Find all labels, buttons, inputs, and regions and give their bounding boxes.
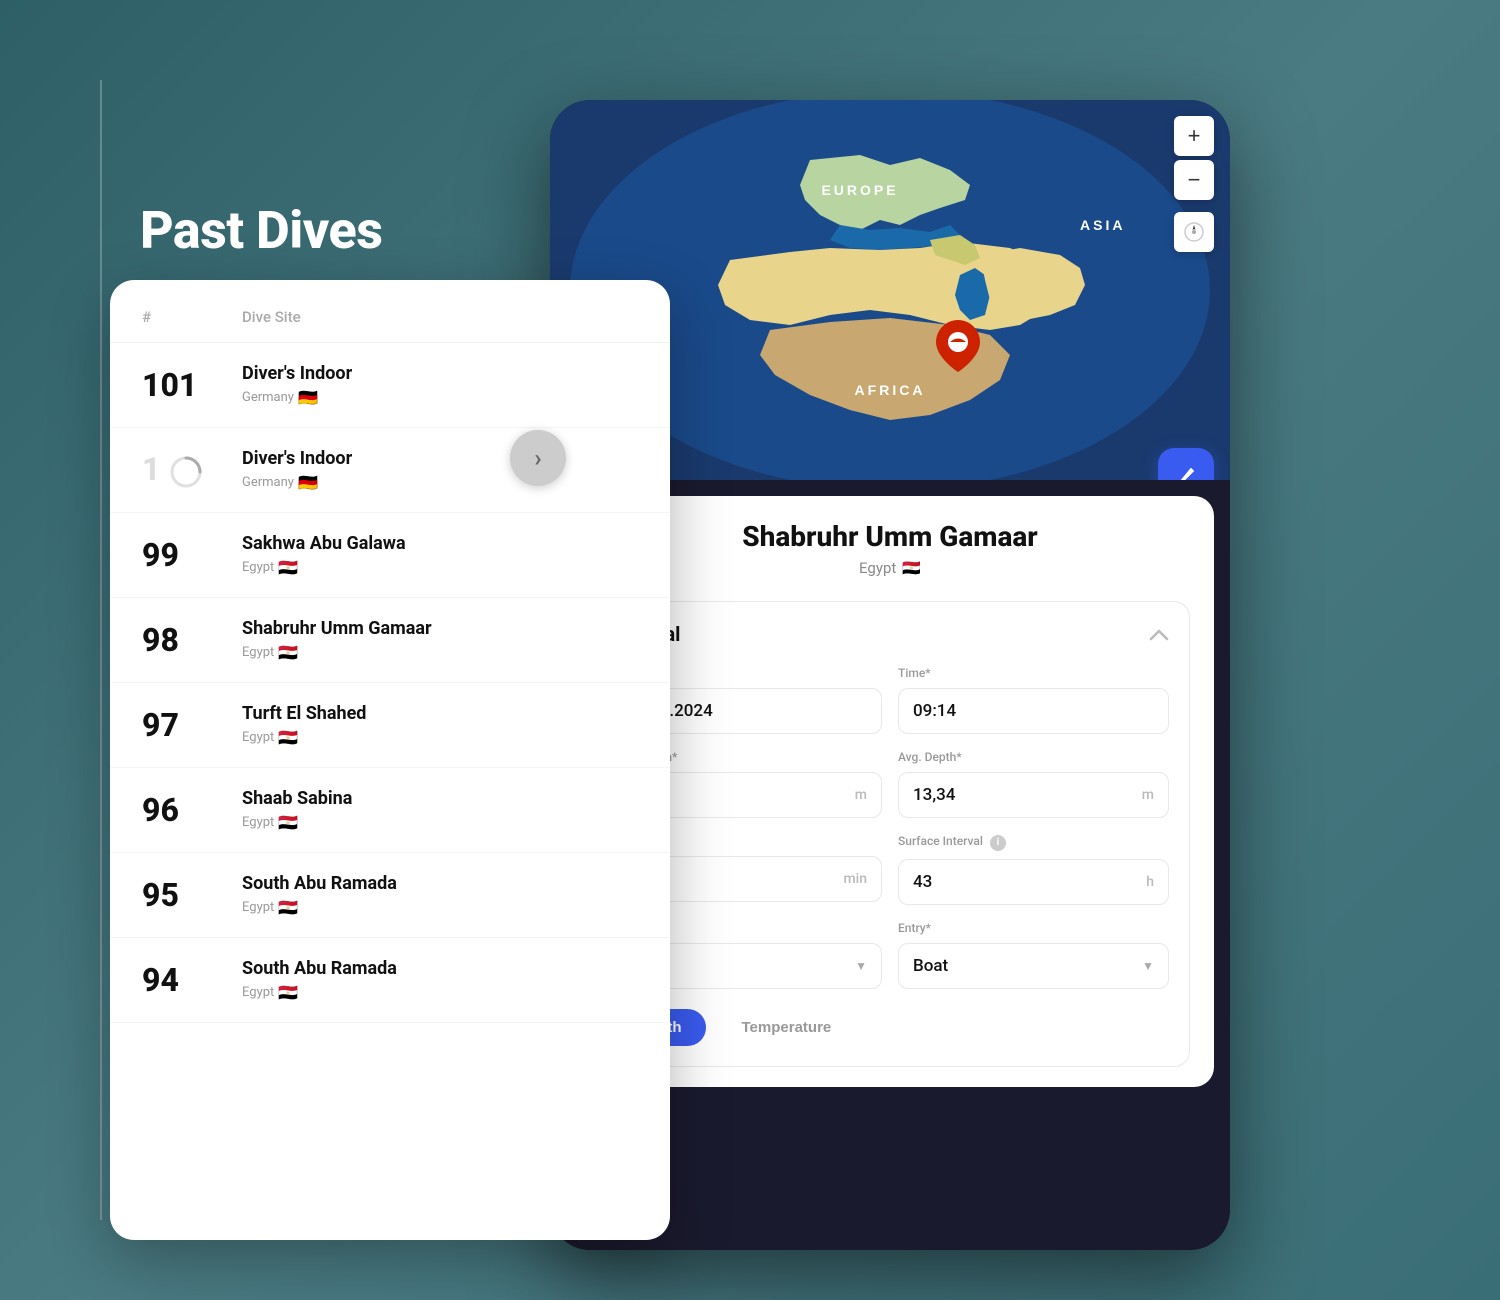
list-item[interactable]: 96 Shaab Sabina Egypt 🇪🇬	[110, 768, 670, 853]
entry-chevron-down-icon: ▼	[1142, 959, 1154, 973]
country-flag-icon: 🇪🇬	[278, 558, 298, 577]
site-name: Diver's Indoor	[242, 448, 638, 469]
dive-site-info: Shaab Sabina Egypt 🇪🇬	[242, 788, 638, 832]
header-number: #	[142, 308, 242, 326]
dive-site-info: Sakhwa Abu Galawa Egypt 🇪🇬	[242, 533, 638, 577]
site-country: Germany 🇩🇪	[242, 388, 638, 407]
map-controls: + −	[1174, 116, 1214, 252]
site-country: Egypt 🇪🇬	[242, 558, 638, 577]
avg-depth-unit: m	[1142, 787, 1154, 803]
dive-number: 99	[142, 536, 242, 574]
zoom-in-button[interactable]: +	[1174, 116, 1214, 156]
country-flag: 🇪🇬	[902, 559, 921, 577]
site-name: South Abu Ramada	[242, 958, 638, 979]
list-item[interactable]: 97 Turft El Shahed Egypt 🇪🇬	[110, 683, 670, 768]
dive-list-card: # Dive Site 101 Diver's Indoor Germany 🇩…	[110, 280, 670, 1240]
dive-number: 95	[142, 876, 242, 914]
site-country: Egypt 🇪🇬	[242, 643, 638, 662]
dive-site-info: Diver's Indoor Germany 🇩🇪	[242, 363, 638, 407]
page-title: Past Dives	[140, 200, 382, 261]
dive-number: 94	[142, 961, 242, 999]
country-flag-icon: 🇩🇪	[298, 388, 318, 407]
list-item[interactable]: 101 Diver's Indoor Germany 🇩🇪	[110, 343, 670, 428]
site-name: Shabruhr Umm Gamaar	[242, 618, 638, 639]
europe-label: EUROPE	[821, 182, 898, 198]
country-flag-icon: 🇪🇬	[278, 898, 298, 917]
dive-number: 1	[142, 450, 242, 490]
edit-button[interactable]	[1158, 448, 1214, 480]
surface-interval-unit: h	[1146, 874, 1154, 890]
dive-site-info: South Abu Ramada Egypt 🇪🇬	[242, 873, 638, 917]
zoom-out-button[interactable]: −	[1174, 160, 1214, 200]
dive-site-subtitle: Egypt 🇪🇬	[590, 559, 1190, 577]
asia-label: ASIA	[1080, 217, 1125, 233]
avg-depth-input[interactable]: 13,34 m	[898, 772, 1169, 818]
surface-interval-label: Surface Interval i	[898, 834, 1169, 851]
time-input[interactable]: 09:14	[898, 688, 1169, 734]
avg-depth-field-group: Avg. Depth* 13,34 m	[898, 750, 1169, 818]
dive-time-unit: min	[843, 871, 867, 887]
depth-row: Max. Depth* 18,7 m Avg. Depth* 13,34 m	[611, 750, 1169, 818]
nav-arrow-button[interactable]: ›	[510, 430, 566, 486]
date-time-row: Date* 18.08.2024 Time* 09:14	[611, 666, 1169, 734]
list-item[interactable]: 99 Sakhwa Abu Galawa Egypt 🇪🇬	[110, 513, 670, 598]
dive-site-info: South Abu Ramada Egypt 🇪🇬	[242, 958, 638, 1002]
general-section: General Date* 18.08.2024 Time* 09:14	[590, 601, 1190, 1067]
dive-site-info: Turft El Shahed Egypt 🇪🇬	[242, 703, 638, 747]
country-name: Egypt	[859, 559, 896, 577]
country-flag-icon: 🇪🇬	[278, 643, 298, 662]
dive-type-chevron-down-icon: ▼	[855, 959, 867, 973]
africa-label: AFRICA	[855, 382, 926, 398]
country-flag-icon: 🇩🇪	[298, 473, 318, 492]
entry-select[interactable]: Boat ▼	[898, 943, 1169, 989]
country-flag-icon: 🇪🇬	[278, 728, 298, 747]
avg-depth-label: Avg. Depth*	[898, 750, 1169, 764]
dive-number: 98	[142, 621, 242, 659]
max-depth-unit: m	[855, 787, 867, 803]
dive-number: 101	[142, 366, 242, 404]
dive-site-title: Shabruhr Umm Gamaar	[590, 520, 1190, 553]
surface-interval-input[interactable]: 43 h	[898, 859, 1169, 905]
divider-line	[100, 80, 102, 1220]
site-country: Germany 🇩🇪	[242, 473, 638, 492]
time-field-group: Time* 09:14	[898, 666, 1169, 734]
country-flag-icon: 🇪🇬	[278, 813, 298, 832]
site-name: Diver's Indoor	[242, 363, 638, 384]
temperature-tab[interactable]: Temperature	[718, 1009, 856, 1046]
list-item[interactable]: 98 Shabruhr Umm Gamaar Egypt 🇪🇬	[110, 598, 670, 683]
list-item[interactable]: 95 South Abu Ramada Egypt 🇪🇬	[110, 853, 670, 938]
dive-site-info: Diver's Indoor Germany 🇩🇪	[242, 448, 638, 492]
entry-label: Entry*	[898, 921, 1169, 935]
dive-site-info: Shabruhr Umm Gamaar Egypt 🇪🇬	[242, 618, 638, 662]
time-label: Time*	[898, 666, 1169, 680]
info-icon[interactable]: i	[990, 835, 1006, 851]
chart-tabs: Depth Temperature	[611, 1009, 1169, 1046]
site-country: Egypt 🇪🇬	[242, 813, 638, 832]
country-flag-icon: 🇪🇬	[278, 983, 298, 1002]
site-name: Shaab Sabina	[242, 788, 638, 809]
site-country: Egypt 🇪🇬	[242, 728, 638, 747]
time-interval-row: Dive Time* 55 min Surface Interval i 43 …	[611, 834, 1169, 905]
compass-button[interactable]	[1174, 212, 1214, 252]
site-country: Egypt 🇪🇬	[242, 983, 638, 1002]
dive-number: 96	[142, 791, 242, 829]
site-name: Sakhwa Abu Galawa	[242, 533, 638, 554]
surface-interval-field-group: Surface Interval i 43 h	[898, 834, 1169, 905]
dive-number: 97	[142, 706, 242, 744]
entry-field-group: Entry* Boat ▼	[898, 921, 1169, 989]
list-item[interactable]: 94 South Abu Ramada Egypt 🇪🇬	[110, 938, 670, 1023]
collapse-button[interactable]	[1149, 622, 1169, 646]
list-item[interactable]: 1 Diver's Indoor Germany 🇩🇪	[110, 428, 670, 513]
site-country: Egypt 🇪🇬	[242, 898, 638, 917]
header-site: Dive Site	[242, 308, 638, 326]
chevron-right-icon: ›	[534, 444, 541, 472]
site-name: South Abu Ramada	[242, 873, 638, 894]
site-name: Turft El Shahed	[242, 703, 638, 724]
list-header: # Dive Site	[110, 280, 670, 343]
section-header: General	[611, 622, 1169, 646]
type-entry-row: Dive Type* Fun ▼ Entry* Boat ▼	[611, 921, 1169, 989]
